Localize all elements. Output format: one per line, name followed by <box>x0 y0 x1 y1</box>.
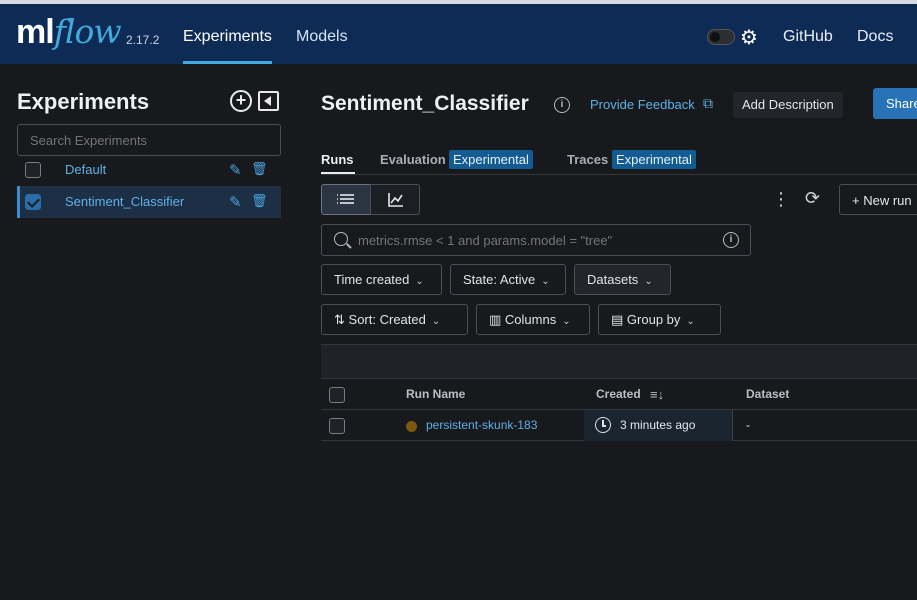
column-header-dataset[interactable]: Dataset <box>746 387 789 401</box>
columns-label: Columns <box>504 312 557 327</box>
table-row[interactable]: persistent-skunk-183 3 minutes ago - <box>321 410 917 441</box>
provide-feedback-link[interactable]: Provide Feedback <box>590 97 695 112</box>
selection-indicator <box>17 186 20 218</box>
chevron-down-icon: ⌄ <box>562 316 571 327</box>
experiment-checkbox[interactable] <box>25 162 41 178</box>
new-run-button[interactable]: + New run <box>839 184 917 215</box>
chevron-down-icon: ⌄ <box>541 276 550 287</box>
chevron-down-icon: ⌄ <box>644 276 653 287</box>
tab-evaluation[interactable]: Evaluation <box>380 152 446 167</box>
sort-icon: ⇅ <box>334 312 345 327</box>
info-icon[interactable]: i <box>554 97 570 113</box>
tab-runs[interactable]: Runs <box>321 152 354 167</box>
experimental-badge: Experimental <box>612 150 696 169</box>
table-group-header <box>321 344 917 378</box>
page-title: Sentiment_Classifier <box>321 92 529 115</box>
select-all-checkbox[interactable] <box>329 387 345 403</box>
edit-pencil-icon[interactable]: ✎ <box>229 161 242 179</box>
chevron-down-icon: ⌄ <box>415 276 424 287</box>
list-icon <box>337 194 354 204</box>
trash-icon[interactable]: 🗑 <box>251 161 268 177</box>
version-label: 2.17.2 <box>126 33 160 47</box>
columns-button[interactable]: ▥ Columns ⌄ <box>476 304 590 335</box>
mlflow-logo[interactable]: mlflow <box>16 12 122 52</box>
experiment-item-sentiment-classifier[interactable]: Sentiment_Classifier ✎ 🗑 <box>17 186 281 218</box>
experiment-item-default[interactable]: Default ✎ 🗑 <box>17 154 281 186</box>
time-created-filter[interactable]: Time created ⌄ <box>321 264 442 295</box>
state-filter[interactable]: State: Active ⌄ <box>450 264 566 295</box>
columns-icon: ▥ <box>489 312 502 327</box>
run-color-dot[interactable] <box>406 421 417 432</box>
chevron-down-icon: ⌄ <box>686 316 695 327</box>
tab-divider <box>321 174 917 175</box>
run-name-link[interactable]: persistent-skunk-183 <box>426 418 537 432</box>
dataset-value: - <box>746 418 750 432</box>
external-link-icon[interactable]: ⧉ <box>703 95 713 112</box>
run-search-input[interactable] <box>358 231 718 249</box>
column-header-run-name[interactable]: Run Name <box>406 387 465 401</box>
plus-icon: + <box>852 193 860 208</box>
experiment-search-input[interactable] <box>17 124 281 156</box>
experimental-badge: Experimental <box>449 150 533 169</box>
github-link[interactable]: GitHub <box>783 28 833 46</box>
datasets-filter[interactable]: Datasets ⌄ <box>574 264 671 295</box>
sort-label: Sort: Created <box>348 312 426 327</box>
share-button[interactable]: Share <box>873 88 917 119</box>
tab-traces[interactable]: Traces <box>567 152 608 167</box>
search-icon <box>334 232 348 246</box>
chart-view-button[interactable] <box>370 184 420 215</box>
group-by-icon: ▤ <box>611 312 624 327</box>
add-description-button[interactable]: Add Description <box>733 92 843 118</box>
filter-label: State: Active <box>463 272 536 287</box>
theme-toggle-icon[interactable] <box>707 29 735 45</box>
table-header: Run Name Created ≡↓ Dataset <box>321 378 917 410</box>
filter-label: Datasets <box>587 272 639 287</box>
sidebar-title: Experiments <box>17 89 150 114</box>
run-search-box[interactable]: i <box>321 224 751 256</box>
top-navigation-bar: mlflow 2.17.2 Experiments Models ⚙ GitHu… <box>0 0 917 64</box>
group-by-button[interactable]: ▤ Group by ⌄ <box>598 304 721 335</box>
collapse-sidebar-icon[interactable] <box>258 91 279 111</box>
nav-tab-models[interactable]: Models <box>296 28 348 46</box>
gear-icon[interactable]: ⚙ <box>740 25 758 50</box>
sort-descending-icon[interactable]: ≡↓ <box>650 387 664 402</box>
table-view-button[interactable] <box>321 184 371 215</box>
sort-button[interactable]: ⇅ Sort: Created ⌄ <box>321 304 468 335</box>
add-experiment-icon[interactable]: + <box>230 90 252 112</box>
trash-icon[interactable]: 🗑 <box>251 193 268 209</box>
created-cell[interactable]: 3 minutes ago <box>584 410 733 441</box>
group-by-label: Group by <box>626 312 681 327</box>
clock-icon <box>595 417 611 433</box>
experiment-name[interactable]: Default <box>65 162 106 177</box>
filter-label: Time created <box>334 272 410 287</box>
experiment-name[interactable]: Sentiment_Classifier <box>65 194 184 209</box>
info-icon[interactable]: i <box>723 232 739 248</box>
new-run-label: New run <box>863 193 912 208</box>
nav-active-indicator <box>183 61 272 64</box>
chart-line-icon <box>388 193 403 207</box>
docs-link[interactable]: Docs <box>857 28 893 46</box>
nav-tab-experiments[interactable]: Experiments <box>183 28 272 46</box>
refresh-icon[interactable]: ⟳ <box>805 188 820 209</box>
edit-pencil-icon[interactable]: ✎ <box>229 193 242 211</box>
row-checkbox[interactable] <box>329 418 345 434</box>
created-value: 3 minutes ago <box>620 418 696 432</box>
experiment-checkbox[interactable] <box>25 194 41 210</box>
chevron-down-icon: ⌄ <box>431 316 441 327</box>
column-header-created[interactable]: Created <box>596 387 641 401</box>
more-options-icon[interactable]: ⋮ <box>772 189 790 210</box>
